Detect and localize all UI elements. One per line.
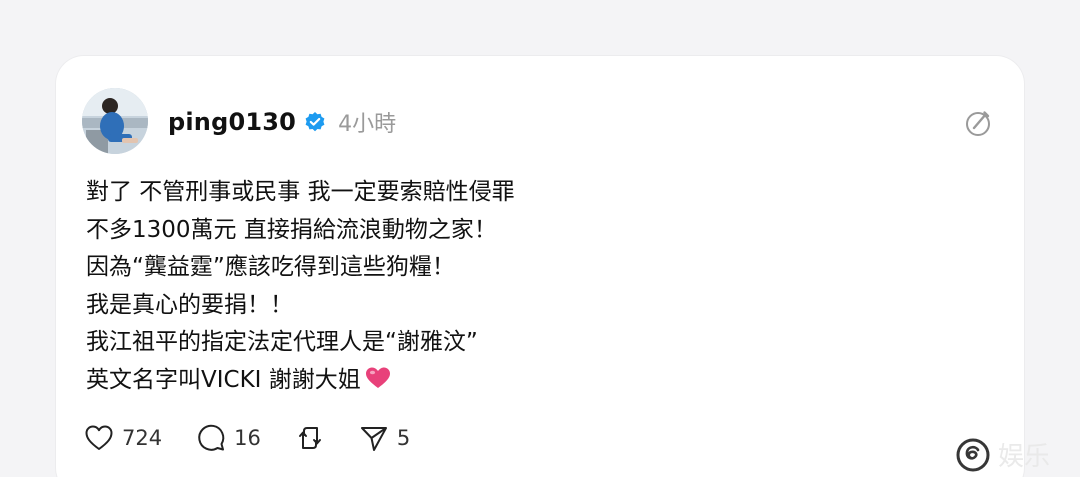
heart-icon: [85, 425, 113, 450]
timestamp: 4小時: [338, 112, 397, 137]
post-line-6-wrap: 英文名字叫VICKI 謝謝大姐: [86, 362, 966, 400]
post-line-2: 不多1300萬元 直接捐給流浪動物之家！: [86, 216, 497, 243]
threads-logo-icon: [956, 438, 990, 471]
like-button[interactable]: 724: [84, 423, 162, 453]
post-header: ping0130 4小時: [168, 102, 396, 142]
post-line-5: 我江祖平的指定法定代理人是“謝雅汶”: [86, 329, 478, 355]
comment-icon: [198, 424, 225, 451]
like-count: 724: [122, 426, 163, 450]
send-icon: [360, 427, 387, 451]
edit-button[interactable]: [964, 108, 994, 138]
username[interactable]: ping0130: [168, 108, 296, 136]
post-line-3: 因為“龔益霆”應該吃得到這些狗糧！: [86, 254, 455, 280]
share-button[interactable]: 5: [359, 423, 410, 453]
post-body: 對了 不管刑事或民事 我一定要索賠性侵罪 不多1300萬元 直接捐給流浪動物之家…: [86, 174, 966, 399]
comment-count: 16: [234, 426, 261, 450]
post-line-6: 英文名字叫VICKI 謝謝大姐: [86, 366, 361, 393]
post-card: ping0130 4小時 對了 不管刑事或民事 我一定要索賠性侵罪 不多1300…: [56, 56, 1024, 477]
watermark: 娱乐: [956, 436, 1050, 473]
avatar[interactable]: [82, 88, 148, 154]
share-count: 5: [396, 426, 411, 450]
edit-icon: [966, 111, 990, 136]
action-bar: 724 16 5: [84, 420, 444, 456]
heart-emoji-icon: [365, 365, 391, 389]
avatar-image: [82, 88, 148, 154]
comment-button[interactable]: 16: [196, 423, 261, 453]
repost-icon: [298, 427, 321, 449]
post-line-4: 我是真心的要捐！！: [86, 291, 293, 318]
verified-badge-icon: [304, 111, 326, 133]
watermark-text: 娱乐: [998, 442, 1051, 472]
repost-button[interactable]: [295, 423, 325, 453]
page: ping0130 4小時 對了 不管刑事或民事 我一定要索賠性侵罪 不多1300…: [0, 0, 1080, 477]
post-line-1: 對了 不管刑事或民事 我一定要索賠性侵罪: [86, 179, 515, 205]
